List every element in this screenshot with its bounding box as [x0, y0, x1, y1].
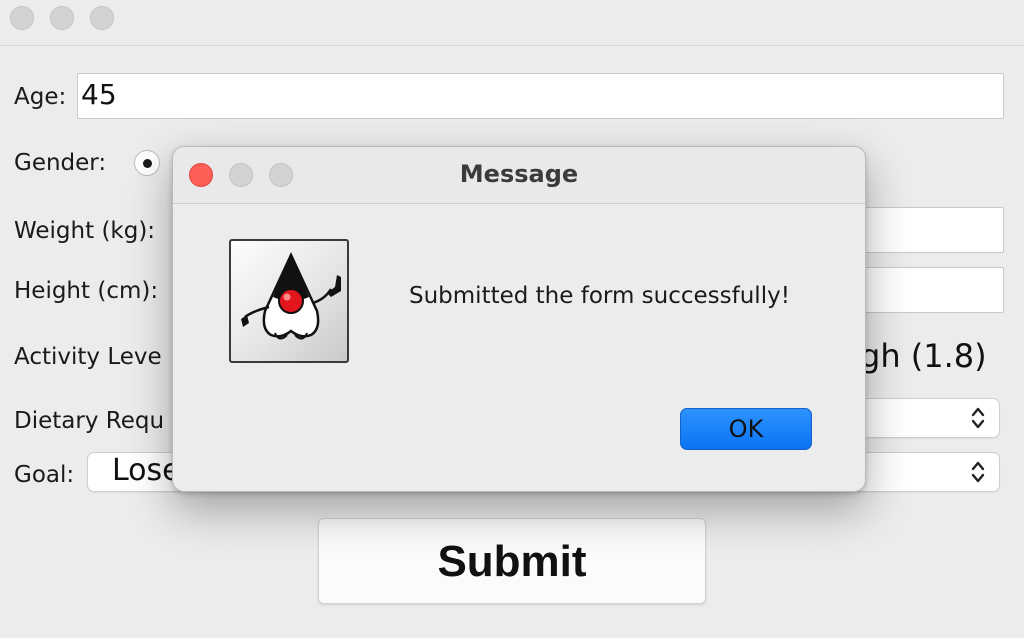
message-dialog: Message Submitted the form successfully!…: [172, 146, 866, 492]
goal-label: Goal:: [14, 462, 75, 488]
weight-label: Weight (kg):: [14, 218, 156, 244]
age-field[interactable]: 45: [77, 73, 1004, 119]
height-field[interactable]: [860, 267, 1004, 313]
dialog-titlebar: Message: [173, 147, 865, 204]
chevron-updown-icon: [971, 461, 985, 483]
dialog-title: Message: [459, 160, 579, 188]
activity-level-label: Activity Leve: [14, 344, 162, 370]
duke-java-icon: [229, 239, 349, 363]
submit-button[interactable]: Submit: [318, 518, 706, 604]
height-label: Height (cm):: [14, 278, 159, 304]
gender-radio-selected[interactable]: [134, 150, 160, 176]
weight-field[interactable]: [860, 207, 1004, 253]
ok-button[interactable]: OK: [680, 408, 812, 450]
activity-level-value[interactable]: gh (1.8): [860, 337, 987, 375]
age-label: Age:: [14, 84, 67, 110]
dialog-message: Submitted the form successfully!: [409, 283, 790, 309]
window-close-button[interactable]: [10, 6, 34, 30]
radio-dot: [143, 159, 152, 168]
gender-label: Gender:: [14, 150, 107, 176]
window-minimize-button[interactable]: [50, 6, 74, 30]
window-zoom-button[interactable]: [90, 6, 114, 30]
chevron-updown-icon: [971, 407, 985, 429]
window-titlebar: [0, 0, 1024, 46]
dietary-requirements-label: Dietary Requ: [14, 408, 165, 434]
goal-select-value: Lose: [112, 453, 181, 488]
